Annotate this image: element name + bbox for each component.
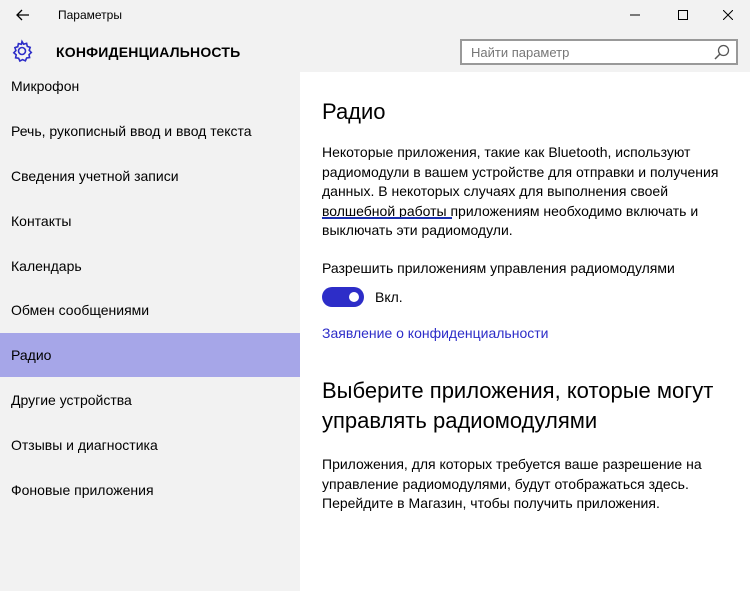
window-title: Параметры (58, 8, 122, 22)
sidebar-item-other-devices[interactable]: Другие устройства (0, 378, 300, 422)
main-content: Радио Некоторые приложения, такие как Bl… (300, 72, 750, 591)
sidebar-item-label: Календарь (11, 258, 82, 274)
radio-toggle-switch[interactable] (322, 287, 364, 307)
search-input[interactable] (462, 41, 702, 63)
search-box[interactable] (460, 39, 738, 65)
sidebar-item-feedback[interactable]: Отзывы и диагностика (0, 423, 300, 467)
sidebar-item-calendar[interactable]: Календарь (0, 244, 300, 288)
back-arrow-icon (16, 9, 29, 21)
sidebar: Микрофон Речь, рукописный ввод и ввод те… (0, 72, 300, 591)
maximize-icon (678, 10, 688, 20)
sidebar-item-label: Фоновые приложения (11, 482, 154, 498)
sidebar-item-microphone[interactable]: Микрофон (0, 64, 300, 108)
sidebar-item-background-apps[interactable]: Фоновые приложения (0, 468, 300, 512)
sidebar-item-label: Другие устройства (11, 392, 132, 408)
sidebar-item-label: Сведения учетной записи (11, 168, 179, 184)
title-bar: Параметры (0, 0, 750, 30)
sidebar-item-messaging[interactable]: Обмен сообщениями (0, 288, 300, 332)
sidebar-item-speech[interactable]: Речь, рукописный ввод и ввод текста (0, 109, 300, 153)
minimize-icon (630, 14, 640, 16)
sidebar-item-label: Микрофон (11, 78, 80, 94)
sidebar-item-label: Радио (11, 347, 52, 363)
sidebar-item-label: Отзывы и диагностика (11, 437, 158, 453)
toggle-knob (349, 292, 359, 302)
toggle-label: Разрешить приложениям управления радиомо… (322, 260, 675, 276)
sidebar-item-account-info[interactable]: Сведения учетной записи (0, 154, 300, 198)
sidebar-item-contacts[interactable]: Контакты (0, 199, 300, 243)
apps-heading: Выберите приложения, которые могут управ… (322, 378, 714, 433)
apps-description: Приложения, для которых требуется ваше р… (322, 456, 702, 511)
privacy-statement-link[interactable]: Заявление о конфиденциальности (322, 325, 548, 341)
annotation-underline (322, 217, 452, 219)
toggle-state-label: Вкл. (375, 289, 403, 305)
radio-description: Некоторые приложения, такие как Bluetoot… (322, 144, 719, 238)
close-button[interactable] (705, 0, 750, 30)
section-title: КОНФИДЕНЦИАЛЬНОСТЬ (56, 44, 241, 60)
sidebar-item-label: Речь, рукописный ввод и ввод текста (11, 123, 252, 139)
minimize-button[interactable] (612, 0, 658, 30)
sidebar-item-label: Обмен сообщениями (11, 302, 150, 318)
search-icon[interactable] (714, 44, 730, 60)
sidebar-item-radio[interactable]: Радио (0, 333, 300, 377)
maximize-button[interactable] (660, 0, 706, 30)
close-icon (723, 10, 733, 20)
sidebar-item-label: Контакты (11, 213, 72, 229)
gear-icon (12, 39, 33, 63)
back-button[interactable] (8, 4, 38, 26)
page-title: Радио (322, 99, 386, 124)
